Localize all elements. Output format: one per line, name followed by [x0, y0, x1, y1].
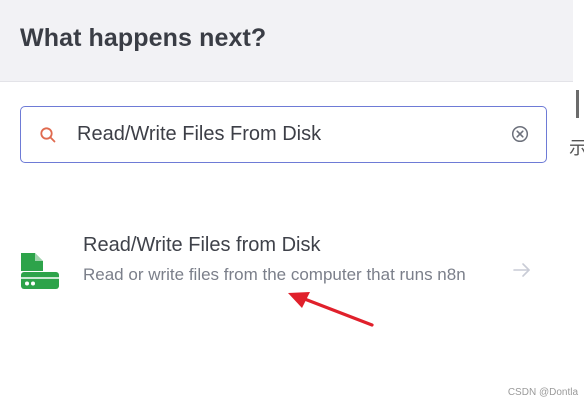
- annotation-arrow: [288, 292, 374, 327]
- page-title: What happens next?: [20, 24, 267, 52]
- edge-text: 示: [569, 138, 584, 158]
- panel-header: What happens next?: [0, 0, 573, 82]
- node-name: Read/Write Files from Disk: [83, 234, 321, 256]
- search-input[interactable]: [77, 116, 497, 152]
- node-description: Read or write files from the computer th…: [83, 265, 466, 284]
- clear-icon[interactable]: [511, 125, 529, 143]
- search-icon: [40, 127, 56, 143]
- search-box[interactable]: [20, 106, 547, 163]
- background-window-edge: [573, 0, 584, 405]
- watermark: CSDN @Dontla: [507, 387, 578, 398]
- file-disk-icon: [21, 253, 59, 289]
- scrollbar-thumb[interactable]: [576, 90, 579, 118]
- arrow-right-icon[interactable]: [512, 261, 532, 279]
- node-creator-panel: What happens next? Read/Write Files from…: [0, 0, 574, 405]
